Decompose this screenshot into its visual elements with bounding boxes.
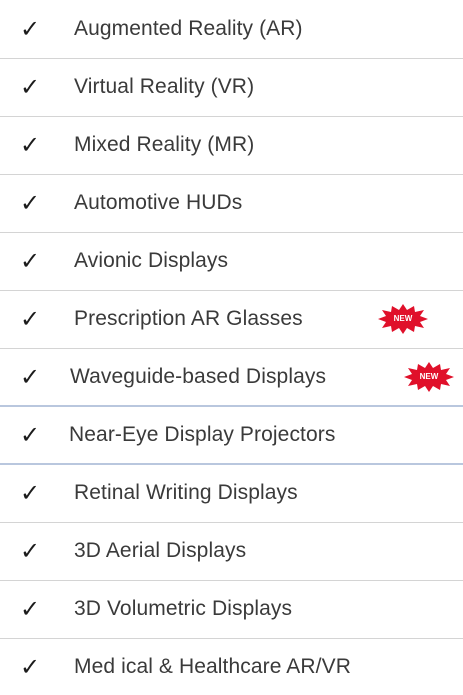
list-item-3d-aerial: ✓ 3D Aerial Displays: [0, 523, 463, 579]
check-icon: ✓: [20, 653, 41, 681]
new-badge-text: NEW: [419, 372, 439, 381]
new-badge-text: NEW: [393, 314, 413, 323]
list-item-label: 3D Aerial Displays: [74, 539, 247, 562]
list-item-automotive-huds: ✓ Automotive HUDs: [0, 175, 463, 231]
list-item-waveguide-displays: ✓ Waveguide-based Displays NEW: [0, 349, 463, 405]
list-item-label: Waveguide-based Displays: [70, 365, 327, 388]
check-icon: ✓: [20, 595, 41, 623]
list-item-label: Retinal Writing Displays: [74, 481, 298, 504]
check-icon: ✓: [20, 15, 41, 43]
check-icon: ✓: [20, 363, 41, 391]
list-item-prescription-ar-glasses: ✓ Prescription AR Glasses NEW: [0, 291, 463, 347]
check-icon: ✓: [20, 247, 41, 275]
check-icon: ✓: [20, 73, 41, 101]
list-item-virtual-reality: ✓ Virtual Reality (VR): [0, 59, 463, 115]
applications-list: ✓ Augmented Reality (AR) ✓ Virtual Reali…: [0, 0, 463, 680]
list-item-label: Med ical & Healthcare AR/VR: [74, 655, 351, 678]
list-item-label: Avionic Displays: [74, 249, 229, 272]
list-item-medical-healthcare: ✓ Med ical & Healthcare AR/VR: [0, 639, 463, 695]
check-icon: ✓: [20, 131, 41, 159]
list-item-label: Automotive HUDs: [74, 191, 243, 214]
list-item-label: Near-Eye Display Projectors: [69, 423, 336, 446]
check-icon: ✓: [20, 421, 41, 449]
list-item-label: Virtual Reality (VR): [74, 75, 255, 98]
list-item-label: Mixed Reality (MR): [74, 133, 255, 156]
list-item-mixed-reality: ✓ Mixed Reality (MR): [0, 117, 463, 173]
list-item-retinal-writing: ✓ Retinal Writing Displays: [0, 465, 463, 521]
list-item-avionic-displays: ✓ Avionic Displays: [0, 233, 463, 289]
check-icon: ✓: [20, 305, 41, 333]
check-icon: ✓: [20, 537, 41, 565]
list-item-label: Augmented Reality (AR): [74, 17, 303, 40]
list-item-3d-volumetric: ✓ 3D Volumetric Displays: [0, 581, 463, 637]
list-item-near-eye-projectors: ✓ Near-Eye Display Projectors: [0, 407, 463, 463]
new-starburst-icon: NEW: [378, 304, 428, 334]
list-item-label: 3D Volumetric Displays: [74, 597, 293, 620]
list-item-label: Prescription AR Glasses: [74, 307, 303, 330]
check-icon: ✓: [20, 189, 41, 217]
check-icon: ✓: [20, 479, 41, 507]
new-starburst-icon: NEW: [404, 362, 454, 392]
list-item-augmented-reality: ✓ Augmented Reality (AR): [0, 1, 463, 57]
